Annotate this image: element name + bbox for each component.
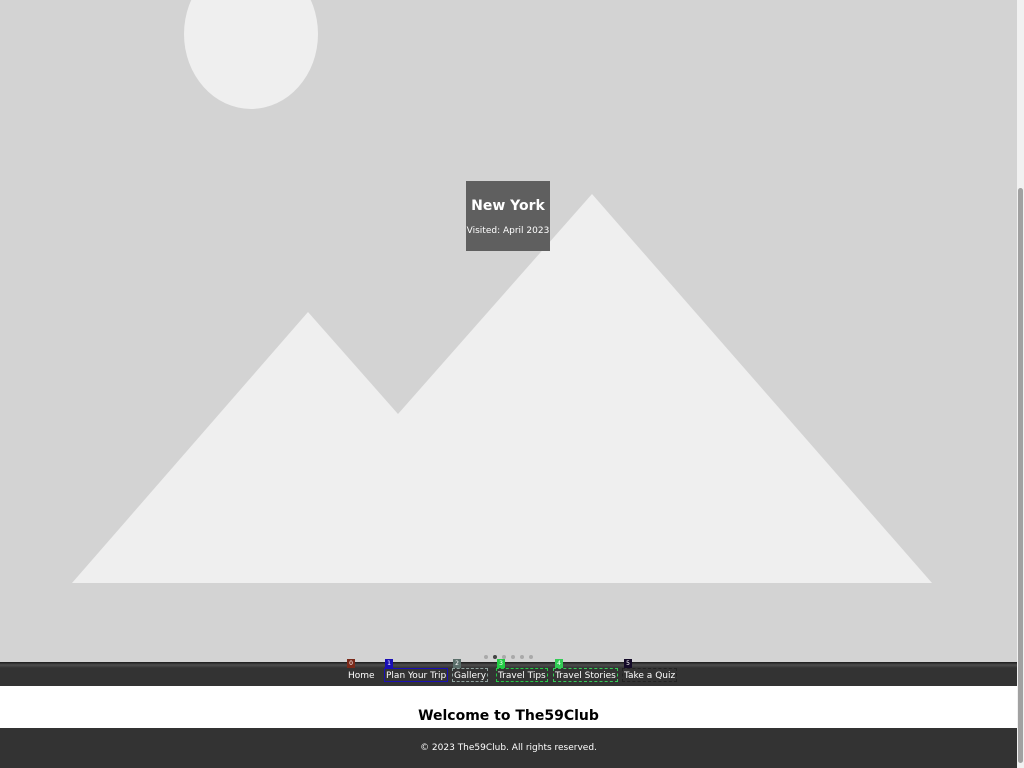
nav-link-gallery[interactable]: Gallery xyxy=(452,668,489,682)
mountains-shape xyxy=(72,194,932,583)
carousel-indicators xyxy=(484,655,533,659)
carousel-dot[interactable] xyxy=(511,655,515,659)
caption-subtitle: Visited: April 2023 xyxy=(466,226,550,236)
footer: © 2023 The59Club. All rights reserved. xyxy=(0,728,1017,768)
carousel-dot[interactable] xyxy=(484,655,488,659)
nav-badge-4: 4 xyxy=(555,659,563,668)
nav-badge-3: 3 xyxy=(497,659,505,668)
nav-badge-2: 2 xyxy=(453,659,461,668)
carousel-dot[interactable] xyxy=(520,655,524,659)
nav-badge-5: 5 xyxy=(624,659,632,668)
nav-badge-0: 0 xyxy=(347,659,355,668)
nav-badge-1: 1 xyxy=(385,659,393,668)
footer-copyright: © 2023 The59Club. All rights reserved. xyxy=(420,743,597,753)
nav-link-home[interactable]: Home xyxy=(346,668,377,682)
caption-title: New York xyxy=(471,198,545,214)
page: New York Visited: April 2023 Home Plan Y… xyxy=(0,0,1017,768)
nav-link-travel-tips[interactable]: Travel Tips xyxy=(496,668,548,682)
scrollbar-thumb[interactable] xyxy=(1018,188,1023,763)
image-placeholder-icon xyxy=(72,0,932,583)
slide-caption: New York Visited: April 2023 xyxy=(466,181,550,251)
nav-link-take-a-quiz[interactable]: Take a Quiz xyxy=(622,668,678,682)
sun-shape xyxy=(184,0,318,109)
hero-carousel[interactable]: New York Visited: April 2023 xyxy=(0,0,1017,664)
page-scrollbar[interactable] xyxy=(1017,0,1024,768)
nav-link-plan-your-trip[interactable]: Plan Your Trip xyxy=(384,668,449,682)
carousel-dot[interactable] xyxy=(529,655,533,659)
nav-link-travel-stories[interactable]: Travel Stories xyxy=(553,668,618,682)
page-title: Welcome to The59Club xyxy=(418,708,599,724)
